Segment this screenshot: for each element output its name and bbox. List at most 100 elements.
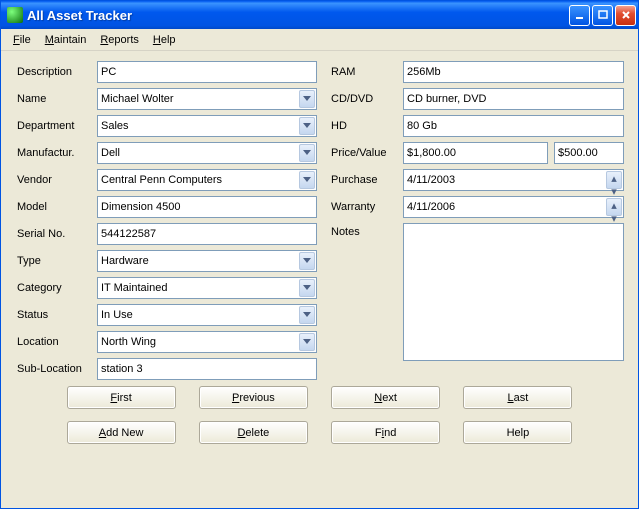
vendor-value: Central Penn Computers [101, 174, 222, 186]
cddvd-value: CD burner, DVD [407, 93, 486, 105]
chevron-down-icon[interactable] [299, 252, 315, 270]
label-status: Status [15, 309, 97, 321]
warranty-field[interactable]: 4/11/2006 ▴▾ [403, 196, 624, 218]
label-serialno: Serial No. [15, 228, 97, 240]
label-hd: HD [329, 120, 403, 132]
next-button[interactable]: Next [331, 386, 440, 409]
app-icon [7, 7, 23, 23]
spinner-icon[interactable]: ▴▾ [606, 198, 622, 216]
help-button[interactable]: Help [463, 421, 572, 444]
model-field[interactable]: Dimension 4500 [97, 196, 317, 218]
hd-value: 80 Gb [407, 120, 437, 132]
previous-button[interactable]: Previous [199, 386, 308, 409]
purchase-value: 4/11/2003 [407, 174, 455, 186]
previous-label: revious [239, 392, 274, 404]
label-name: Name [15, 93, 97, 105]
window-buttons [569, 5, 636, 26]
serialno-value: 544122587 [101, 228, 156, 240]
last-label: ast [514, 392, 529, 404]
close-button[interactable] [615, 5, 636, 26]
chevron-down-icon[interactable] [299, 90, 315, 108]
label-ram: RAM [329, 66, 403, 78]
addnew-label: dd New [106, 427, 143, 439]
find-label-pre: F [375, 427, 382, 439]
form-content: Description PC Name Michael Wolter Depar… [1, 51, 638, 508]
warranty-value: 4/11/2006 [407, 201, 455, 213]
label-description: Description [15, 66, 97, 78]
label-pricevalue: Price/Value [329, 147, 403, 159]
category-value: IT Maintained [101, 282, 167, 294]
delete-button[interactable]: Delete [199, 421, 308, 444]
fields-area: Description PC Name Michael Wolter Depar… [15, 61, 624, 380]
description-field[interactable]: PC [97, 61, 317, 83]
first-label: irst [117, 392, 132, 404]
menu-help[interactable]: Help [147, 32, 182, 48]
app-window: All Asset Tracker File Maintain Reports … [0, 0, 639, 509]
description-value: PC [101, 66, 116, 78]
manufactur-select[interactable]: Dell [97, 142, 317, 164]
price-field[interactable]: $1,800.00 [403, 142, 548, 164]
location-value: North Wing [101, 336, 156, 348]
vendor-select[interactable]: Central Penn Computers [97, 169, 317, 191]
name-value: Michael Wolter [101, 93, 174, 105]
addnew-button[interactable]: Add New [67, 421, 176, 444]
last-button[interactable]: Last [463, 386, 572, 409]
action-button-row: Add New Delete Find Help [15, 415, 624, 450]
label-vendor: Vendor [15, 174, 97, 186]
maximize-button[interactable] [592, 5, 613, 26]
label-department: Department [15, 120, 97, 132]
serialno-field[interactable]: 544122587 [97, 223, 317, 245]
model-value: Dimension 4500 [101, 201, 181, 213]
chevron-down-icon[interactable] [299, 117, 315, 135]
chevron-down-icon[interactable] [299, 171, 315, 189]
chevron-down-icon[interactable] [299, 306, 315, 324]
spinner-icon[interactable]: ▴▾ [606, 171, 622, 189]
purchase-field[interactable]: 4/11/2003 ▴▾ [403, 169, 624, 191]
cddvd-field[interactable]: CD burner, DVD [403, 88, 624, 110]
status-select[interactable]: In Use [97, 304, 317, 326]
nav-button-row: First Previous Next Last [15, 380, 624, 415]
left-column: Description PC Name Michael Wolter Depar… [15, 61, 317, 380]
value-value: $500.00 [558, 147, 598, 159]
label-category: Category [15, 282, 97, 294]
location-select[interactable]: North Wing [97, 331, 317, 353]
notes-field[interactable] [403, 223, 624, 361]
right-column: RAM 256Mb CD/DVD CD burner, DVD HD 80 Gb… [329, 61, 624, 380]
ram-value: 256Mb [407, 66, 441, 78]
label-notes: Notes [329, 223, 403, 238]
price-value: $1,800.00 [407, 147, 456, 159]
window-title: All Asset Tracker [27, 8, 569, 23]
sublocation-field[interactable]: station 3 [97, 358, 317, 380]
label-purchase: Purchase [329, 174, 403, 186]
name-select[interactable]: Michael Wolter [97, 88, 317, 110]
find-label: nd [384, 427, 396, 439]
type-value: Hardware [101, 255, 149, 267]
menu-reports[interactable]: Reports [94, 32, 145, 48]
ram-field[interactable]: 256Mb [403, 61, 624, 83]
pricevalue-group: $1,800.00 $500.00 [403, 142, 624, 164]
first-button[interactable]: First [67, 386, 176, 409]
find-button[interactable]: Find [331, 421, 440, 444]
titlebar: All Asset Tracker [1, 1, 638, 29]
help-label: Help [507, 427, 530, 439]
label-manufactur: Manufactur. [15, 147, 97, 159]
category-select[interactable]: IT Maintained [97, 277, 317, 299]
manufactur-value: Dell [101, 147, 120, 159]
value-field[interactable]: $500.00 [554, 142, 624, 164]
menu-file[interactable]: File [7, 32, 37, 48]
hd-field[interactable]: 80 Gb [403, 115, 624, 137]
chevron-down-icon[interactable] [299, 144, 315, 162]
label-model: Model [15, 201, 97, 213]
label-location: Location [15, 336, 97, 348]
type-select[interactable]: Hardware [97, 250, 317, 272]
department-select[interactable]: Sales [97, 115, 317, 137]
label-warranty: Warranty [329, 201, 403, 213]
menu-maintain[interactable]: Maintain [39, 32, 93, 48]
department-value: Sales [101, 120, 129, 132]
sublocation-value: station 3 [101, 363, 143, 375]
chevron-down-icon[interactable] [299, 333, 315, 351]
chevron-down-icon[interactable] [299, 279, 315, 297]
status-value: In Use [101, 309, 133, 321]
next-label: ext [382, 392, 397, 404]
minimize-button[interactable] [569, 5, 590, 26]
